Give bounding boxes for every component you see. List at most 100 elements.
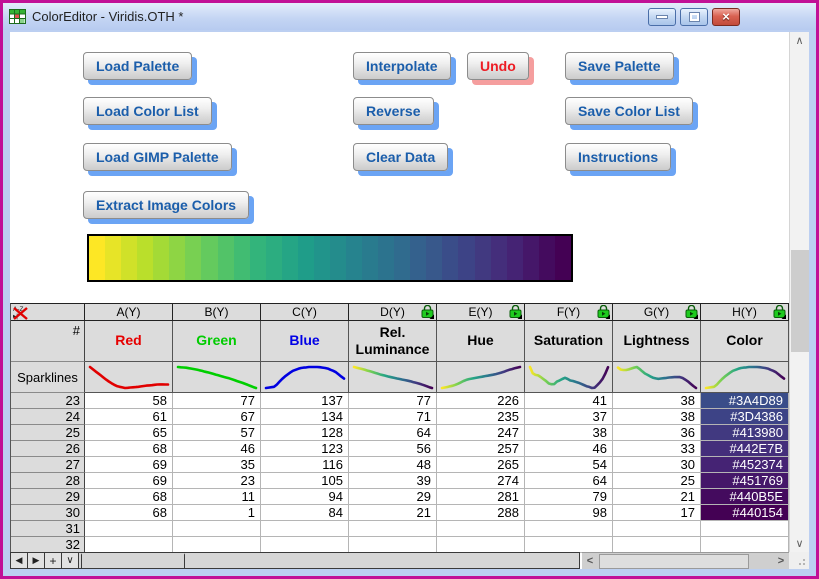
data-cell[interactable]: 29 [349,489,437,505]
tab-raw[interactable]: RAW [184,553,242,568]
data-cell[interactable]: 98 [525,505,613,521]
data-cell[interactable]: 54 [525,457,613,473]
data-cell[interactable] [261,537,349,553]
sparkline-cell[interactable] [613,362,701,393]
data-cell[interactable]: 58 [85,393,173,409]
data-cell[interactable]: 137 [261,393,349,409]
column-long-name[interactable]: Red [85,321,173,362]
sparkline-cell[interactable] [437,362,525,393]
data-cell[interactable]: 38 [613,393,701,409]
column-long-name[interactable]: Color [701,321,789,362]
data-cell[interactable]: 226 [437,393,525,409]
minimize-button[interactable] [648,8,676,26]
load-palette-button[interactable]: Load Palette [83,52,192,80]
scroll-up-icon[interactable]: ∧ [790,32,809,49]
data-cell[interactable] [613,521,701,537]
data-cell[interactable]: 21 [349,505,437,521]
extract-image-colors-button[interactable]: Extract Image Colors [83,191,249,219]
row-number[interactable]: 32 [11,537,85,553]
prev-sheet-button[interactable]: ◀ [11,553,28,568]
data-cell[interactable]: #442E7B [701,441,789,457]
data-cell[interactable]: 65 [85,425,173,441]
data-cell[interactable]: 46 [525,441,613,457]
column-long-name[interactable]: Saturation [525,321,613,362]
column-long-name[interactable]: Green [173,321,261,362]
data-cell[interactable]: 36 [613,425,701,441]
data-cell[interactable]: 247 [437,425,525,441]
data-cell[interactable]: 71 [349,409,437,425]
scroll-left-icon[interactable]: < [582,553,598,569]
column-header[interactable]: B(Y) [173,304,261,321]
row-number[interactable]: 30 [11,505,85,521]
data-cell[interactable] [525,537,613,553]
data-cell[interactable]: #440154 [701,505,789,521]
data-cell[interactable] [701,521,789,537]
data-cell[interactable]: 68 [85,441,173,457]
data-cell[interactable] [437,521,525,537]
row-number[interactable]: 29 [11,489,85,505]
data-cell[interactable] [613,537,701,553]
reverse-button[interactable]: Reverse [353,97,434,125]
data-cell[interactable] [525,521,613,537]
column-header[interactable]: E(Y) [437,304,525,321]
sparkline-cell[interactable] [349,362,437,393]
save-color-list-button[interactable]: Save Color List [565,97,693,125]
data-cell[interactable]: 67 [173,409,261,425]
data-cell[interactable] [173,521,261,537]
column-header[interactable]: F(Y) [525,304,613,321]
next-sheet-button[interactable]: ▶ [28,553,45,568]
data-cell[interactable] [349,537,437,553]
interpolate-button[interactable]: Interpolate [353,52,451,80]
data-cell[interactable]: 41 [525,393,613,409]
data-cell[interactable]: 69 [85,473,173,489]
data-cell[interactable]: #413980 [701,425,789,441]
scroll-right-icon[interactable]: > [773,553,789,569]
data-cell[interactable]: 56 [349,441,437,457]
row-number[interactable]: 25 [11,425,85,441]
undo-button[interactable]: Undo [467,52,529,80]
column-long-name[interactable]: Rel. Luminance [349,321,437,362]
scroll-down-icon[interactable]: ∨ [790,535,809,552]
sheet-list-button[interactable]: ∨ [62,553,79,568]
data-cell[interactable]: 17 [613,505,701,521]
data-cell[interactable]: 84 [261,505,349,521]
data-cell[interactable] [85,537,173,553]
data-cell[interactable]: 288 [437,505,525,521]
data-cell[interactable]: 257 [437,441,525,457]
data-cell[interactable]: 57 [173,425,261,441]
instructions-button[interactable]: Instructions [565,143,671,171]
row-number[interactable]: 28 [11,473,85,489]
column-header[interactable]: A(Y) [85,304,173,321]
data-cell[interactable] [85,521,173,537]
row-number[interactable]: 23 [11,393,85,409]
column-long-name[interactable]: Hue [437,321,525,362]
tab-controls[interactable]: CONTROLS [81,553,182,568]
sparkline-cell[interactable] [525,362,613,393]
data-cell[interactable]: 68 [85,505,173,521]
sort-corner-cell[interactable]: A-Z ▸| [11,304,85,321]
data-cell[interactable]: 68 [85,489,173,505]
data-cell[interactable]: 48 [349,457,437,473]
column-header[interactable]: C(Y) [261,304,349,321]
column-header[interactable]: D(Y) [349,304,437,321]
data-cell[interactable]: 33 [613,441,701,457]
data-cell[interactable]: #3A4D89 [701,393,789,409]
data-cell[interactable]: 274 [437,473,525,489]
close-button[interactable]: × [712,8,740,26]
horizontal-scrollbar[interactable]: < > [582,552,789,569]
data-cell[interactable]: #440B5E [701,489,789,505]
row-label-header[interactable]: # [11,321,85,362]
column-long-name[interactable]: Lightness [613,321,701,362]
data-cell[interactable]: 23 [173,473,261,489]
data-cell[interactable]: 39 [349,473,437,489]
data-cell[interactable]: 94 [261,489,349,505]
sparklines-row-header[interactable]: Sparklines [11,362,85,393]
data-cell[interactable]: 46 [173,441,261,457]
restore-button[interactable] [680,8,708,26]
data-cell[interactable]: 64 [349,425,437,441]
data-cell[interactable]: #3D4386 [701,409,789,425]
load-color-list-button[interactable]: Load Color List [83,97,212,125]
row-number[interactable]: 27 [11,457,85,473]
data-cell[interactable]: 105 [261,473,349,489]
data-cell[interactable]: 235 [437,409,525,425]
